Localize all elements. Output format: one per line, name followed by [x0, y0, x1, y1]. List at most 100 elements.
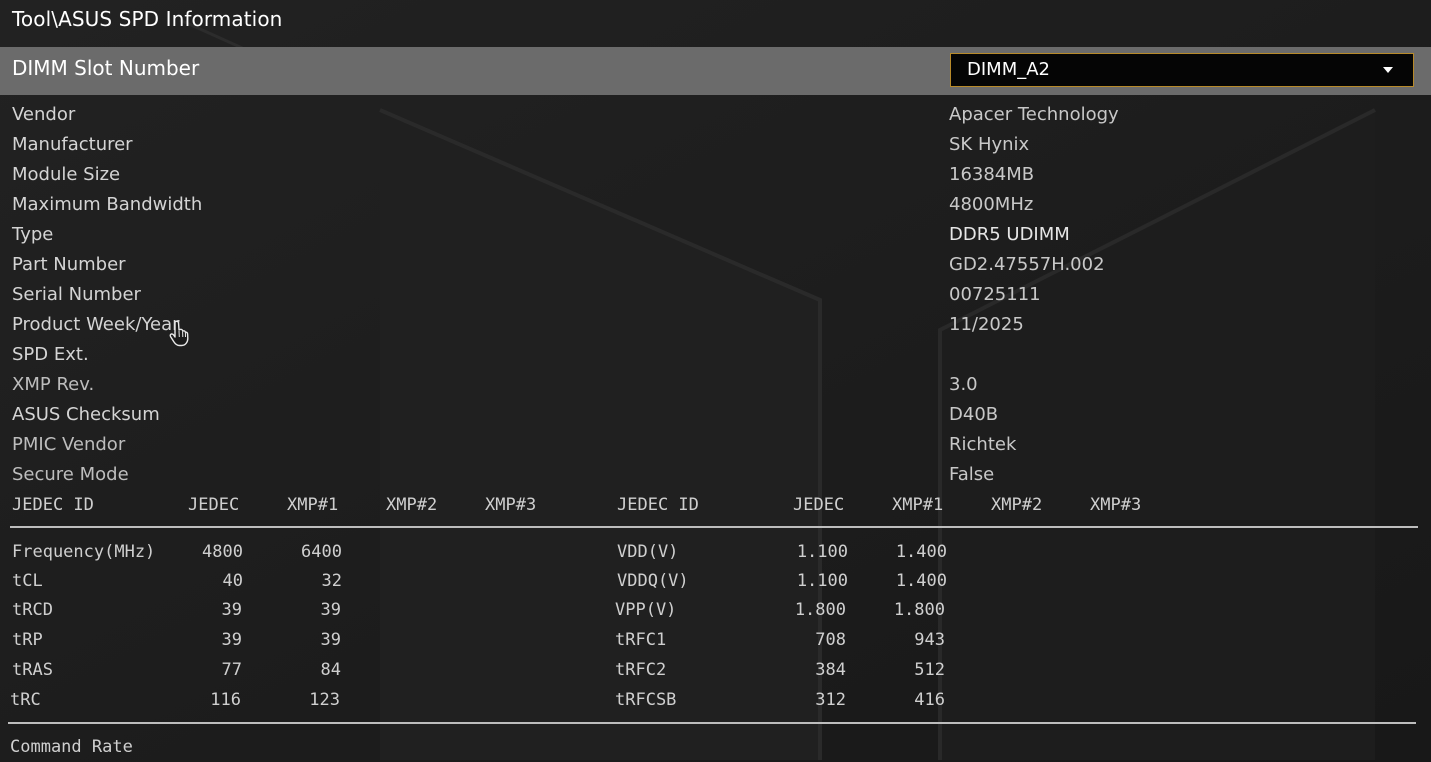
info-value: 11/2025: [949, 314, 1024, 335]
timing-jedec-value: 116: [210, 690, 241, 710]
header-jedec-left: JEDEC: [188, 495, 240, 515]
header-xmp3-left: XMP#3: [485, 495, 537, 515]
info-value: False: [949, 464, 995, 485]
timing-jedec-value: 39: [221, 600, 242, 620]
timing-xmp1-value: 416: [914, 690, 945, 710]
timing-jedec-value: 40: [222, 571, 243, 591]
table-header-divider: [10, 526, 1418, 528]
timing-jedec-value: 312: [815, 690, 846, 710]
timing-label: tCL: [12, 571, 43, 591]
table-row: tRCD 39 39 VPP(V) 1.800 1.800: [0, 596, 1431, 624]
timing-label: tRFCSB: [615, 690, 677, 710]
timing-xmp1-value: 943: [914, 630, 945, 650]
timing-label: tRFC2: [615, 660, 667, 680]
timing-label: tRP: [12, 630, 43, 650]
timing-label: tRFC1: [615, 630, 667, 650]
info-value: Richtek: [949, 434, 1017, 455]
table-row: tRC 116 123 tRFCSB 312 416: [0, 686, 1431, 714]
header-xmp2-left: XMP#2: [386, 495, 438, 515]
info-label: SPD Ext.: [12, 344, 89, 365]
spd-information-page: Tool\ASUS SPD Information DIMM Slot Numb…: [0, 0, 1431, 762]
header-xmp3-right: XMP#3: [1090, 495, 1142, 515]
timing-label: VDD(V): [617, 542, 679, 562]
timing-xmp1-value: 512: [914, 660, 945, 680]
table-bottom-divider: [8, 722, 1416, 724]
timing-label: Frequency(MHz): [12, 542, 156, 562]
timing-xmp1-value: 123: [309, 690, 340, 710]
info-row-module-size: Module Size 16384MB: [0, 160, 1431, 190]
timing-xmp1-value: 1.400: [895, 542, 947, 562]
dimm-slot-dropdown[interactable]: DIMM_A2: [950, 53, 1414, 87]
timing-xmp1-value: 32: [321, 571, 342, 591]
header-jedec-id-right: JEDEC ID: [617, 495, 699, 515]
info-row-type: Type DDR5 UDIMM: [0, 220, 1431, 250]
info-row-part-number: Part Number GD2.47557H.002: [0, 250, 1431, 280]
timing-xmp1-value: 39: [320, 630, 341, 650]
timing-label: tRCD: [12, 600, 53, 620]
table-row: Frequency(MHz) 4800 6400 VDD(V) 1.100 1.…: [0, 538, 1431, 566]
header-xmp1-left: XMP#1: [287, 495, 339, 515]
info-label: PMIC Vendor: [12, 434, 126, 455]
header-jedec-id-left: JEDEC ID: [12, 495, 94, 515]
info-label: XMP Rev.: [12, 374, 95, 395]
info-value: SK Hynix: [949, 134, 1030, 155]
dimm-slot-bar: DIMM Slot Number DIMM_A2: [0, 47, 1431, 95]
info-value: D40B: [949, 404, 999, 425]
info-row-vendor: Vendor Apacer Technology: [0, 100, 1431, 130]
info-value: GD2.47557H.002: [949, 254, 1105, 275]
info-label: Part Number: [12, 254, 126, 275]
info-row-pmic-vendor: PMIC Vendor Richtek: [0, 430, 1431, 460]
timing-xmp1-value: 39: [320, 600, 341, 620]
info-label: Manufacturer: [12, 134, 133, 155]
timing-xmp1-value: 84: [320, 660, 341, 680]
info-row-secure-mode: Secure Mode False: [0, 460, 1431, 490]
info-label: Serial Number: [12, 284, 141, 305]
table-row: tRP 39 39 tRFC1 708 943: [0, 626, 1431, 654]
timing-label: VPP(V): [615, 600, 677, 620]
info-row-asus-checksum: ASUS Checksum D40B: [0, 400, 1431, 430]
timing-xmp1-value: 1.800: [893, 600, 945, 620]
hand-cursor-icon: [169, 320, 189, 347]
timing-label: tRAS: [12, 660, 53, 680]
dimm-slot-selected-value: DIMM_A2: [967, 59, 1050, 80]
info-row-xmp-rev: XMP Rev. 3.0: [0, 370, 1431, 400]
info-label: Module Size: [12, 164, 121, 185]
info-row-serial-number: Serial Number 00725111: [0, 280, 1431, 310]
timing-label: VDDQ(V): [617, 571, 689, 591]
timing-jedec-value: 384: [815, 660, 846, 680]
timing-jedec-value: 1.800: [794, 600, 846, 620]
info-label: Type: [12, 224, 54, 245]
info-value: 4800MHz: [949, 194, 1034, 215]
timing-label: tRC: [10, 690, 41, 710]
timing-jedec-value: 4800: [202, 542, 243, 562]
timing-jedec-value: 1.100: [796, 542, 848, 562]
info-row-product-week-year: Product Week/Year 11/2025: [0, 310, 1431, 340]
timing-jedec-value: 1.100: [796, 571, 848, 591]
info-label: ASUS Checksum: [12, 404, 160, 425]
info-value: Apacer Technology: [949, 104, 1119, 125]
info-value: DDR5 UDIMM: [949, 224, 1070, 245]
timing-xmp1-value: 1.400: [895, 571, 947, 591]
info-label: Product Week/Year: [12, 314, 180, 335]
timing-xmp1-value: 6400: [301, 542, 342, 562]
info-row-manufacturer: Manufacturer SK Hynix: [0, 130, 1431, 160]
info-value: 3.0: [949, 374, 978, 395]
info-label: Secure Mode: [12, 464, 129, 485]
timing-jedec-value: 77: [221, 660, 242, 680]
info-row-maximum-bandwidth: Maximum Bandwidth 4800MHz: [0, 190, 1431, 220]
info-value: 16384MB: [949, 164, 1035, 185]
info-label: Maximum Bandwidth: [12, 194, 203, 215]
info-value: 00725111: [949, 284, 1041, 305]
table-row: tRAS 77 84 tRFC2 384 512: [0, 656, 1431, 684]
dropdown-arrow-icon: [1383, 67, 1393, 73]
timing-jedec-value: 39: [221, 630, 242, 650]
info-row-spd-ext: SPD Ext.: [0, 340, 1431, 370]
header-xmp2-right: XMP#2: [991, 495, 1043, 515]
breadcrumb: Tool\ASUS SPD Information: [12, 7, 283, 31]
timing-jedec-value: 708: [815, 630, 846, 650]
table-row: tCL 40 32 VDDQ(V) 1.100 1.400: [0, 567, 1431, 595]
command-rate-label: Command Rate: [10, 737, 133, 757]
dimm-slot-label: DIMM Slot Number: [12, 56, 200, 80]
header-jedec-right: JEDEC: [793, 495, 845, 515]
header-xmp1-right: XMP#1: [892, 495, 944, 515]
